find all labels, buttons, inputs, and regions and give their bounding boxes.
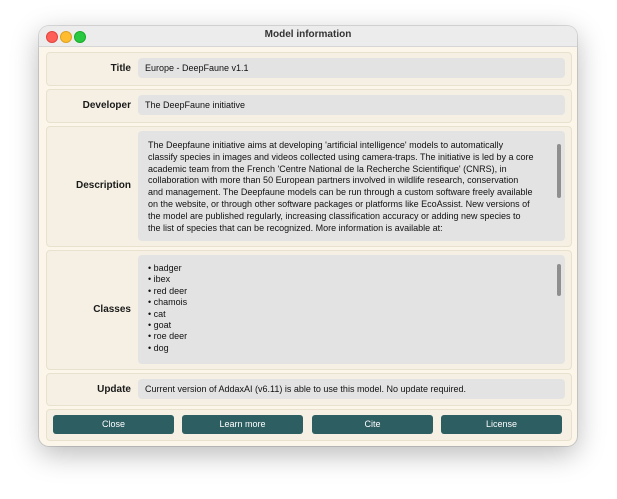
list-item: • dog [148, 342, 169, 353]
classes-list-area[interactable]: • badger • ibex • red deer • chamois • c… [138, 255, 565, 364]
classes-label: Classes [93, 304, 131, 315]
description-line: classify species in images and videos co… [148, 151, 534, 162]
developer-label: Developer [82, 100, 131, 111]
description-scrollbar[interactable] [557, 144, 561, 198]
description-line: the model are published regularly, incre… [148, 210, 521, 221]
close-button[interactable]: Close [53, 415, 174, 434]
update-row: Update Current version of AddaxAI (v6.11… [46, 373, 572, 406]
update-value: Current version of AddaxAI (v6.11) is ab… [138, 379, 565, 399]
classes-scrollbar[interactable] [557, 264, 561, 296]
learn-more-button[interactable]: Learn more [182, 415, 303, 434]
description-line: academic team from the French 'Centre Na… [148, 163, 507, 174]
description-text-area[interactable]: The Deepfaune initiative aims at develop… [138, 131, 565, 241]
list-item: • ibex [148, 274, 171, 285]
title-value: Europe - DeepFaune v1.1 [138, 58, 565, 78]
description-row: Description The Deepfaune initiative aim… [46, 126, 572, 247]
list-item: • badger [148, 263, 182, 273]
description-text: The Deepfaune initiative aims at develop… [138, 131, 565, 234]
update-label: Update [97, 384, 131, 395]
cite-button[interactable]: Cite [312, 415, 433, 434]
button-bar: Close Learn more Cite License [46, 409, 572, 441]
developer-value: The DeepFaune initiative [138, 95, 565, 115]
list-item: • goat [148, 320, 172, 331]
description-line: and management. The Deepfaune models can… [148, 187, 533, 198]
list-item: • cat [148, 308, 166, 319]
model-info-window: Model information Title Europe - DeepFau… [39, 26, 577, 446]
title-label: Title [110, 63, 131, 74]
list-item: • chamois [148, 297, 188, 308]
classes-row: Classes • badger • ibex • red deer • cha… [46, 250, 572, 370]
description-line: on the website, or through other softwar… [148, 198, 530, 209]
description-label: Description [75, 180, 131, 191]
list-item: • roe deer [148, 331, 188, 342]
list-item: • red deer [148, 285, 188, 296]
developer-row: Developer The DeepFaune initiative [46, 89, 572, 123]
classes-list: • badger • ibex • red deer • chamois • c… [138, 255, 565, 354]
description-line: The Deepfaune initiative aims at develop… [148, 140, 504, 150]
title-row: Title Europe - DeepFaune v1.1 [46, 52, 572, 86]
description-line: collaboration with more than 50 European… [148, 175, 519, 186]
description-line: the list of species that can be recogniz… [148, 222, 443, 233]
title-bar: Model information [39, 26, 577, 47]
window-title: Model information [264, 29, 352, 40]
license-button[interactable]: License [441, 415, 562, 434]
